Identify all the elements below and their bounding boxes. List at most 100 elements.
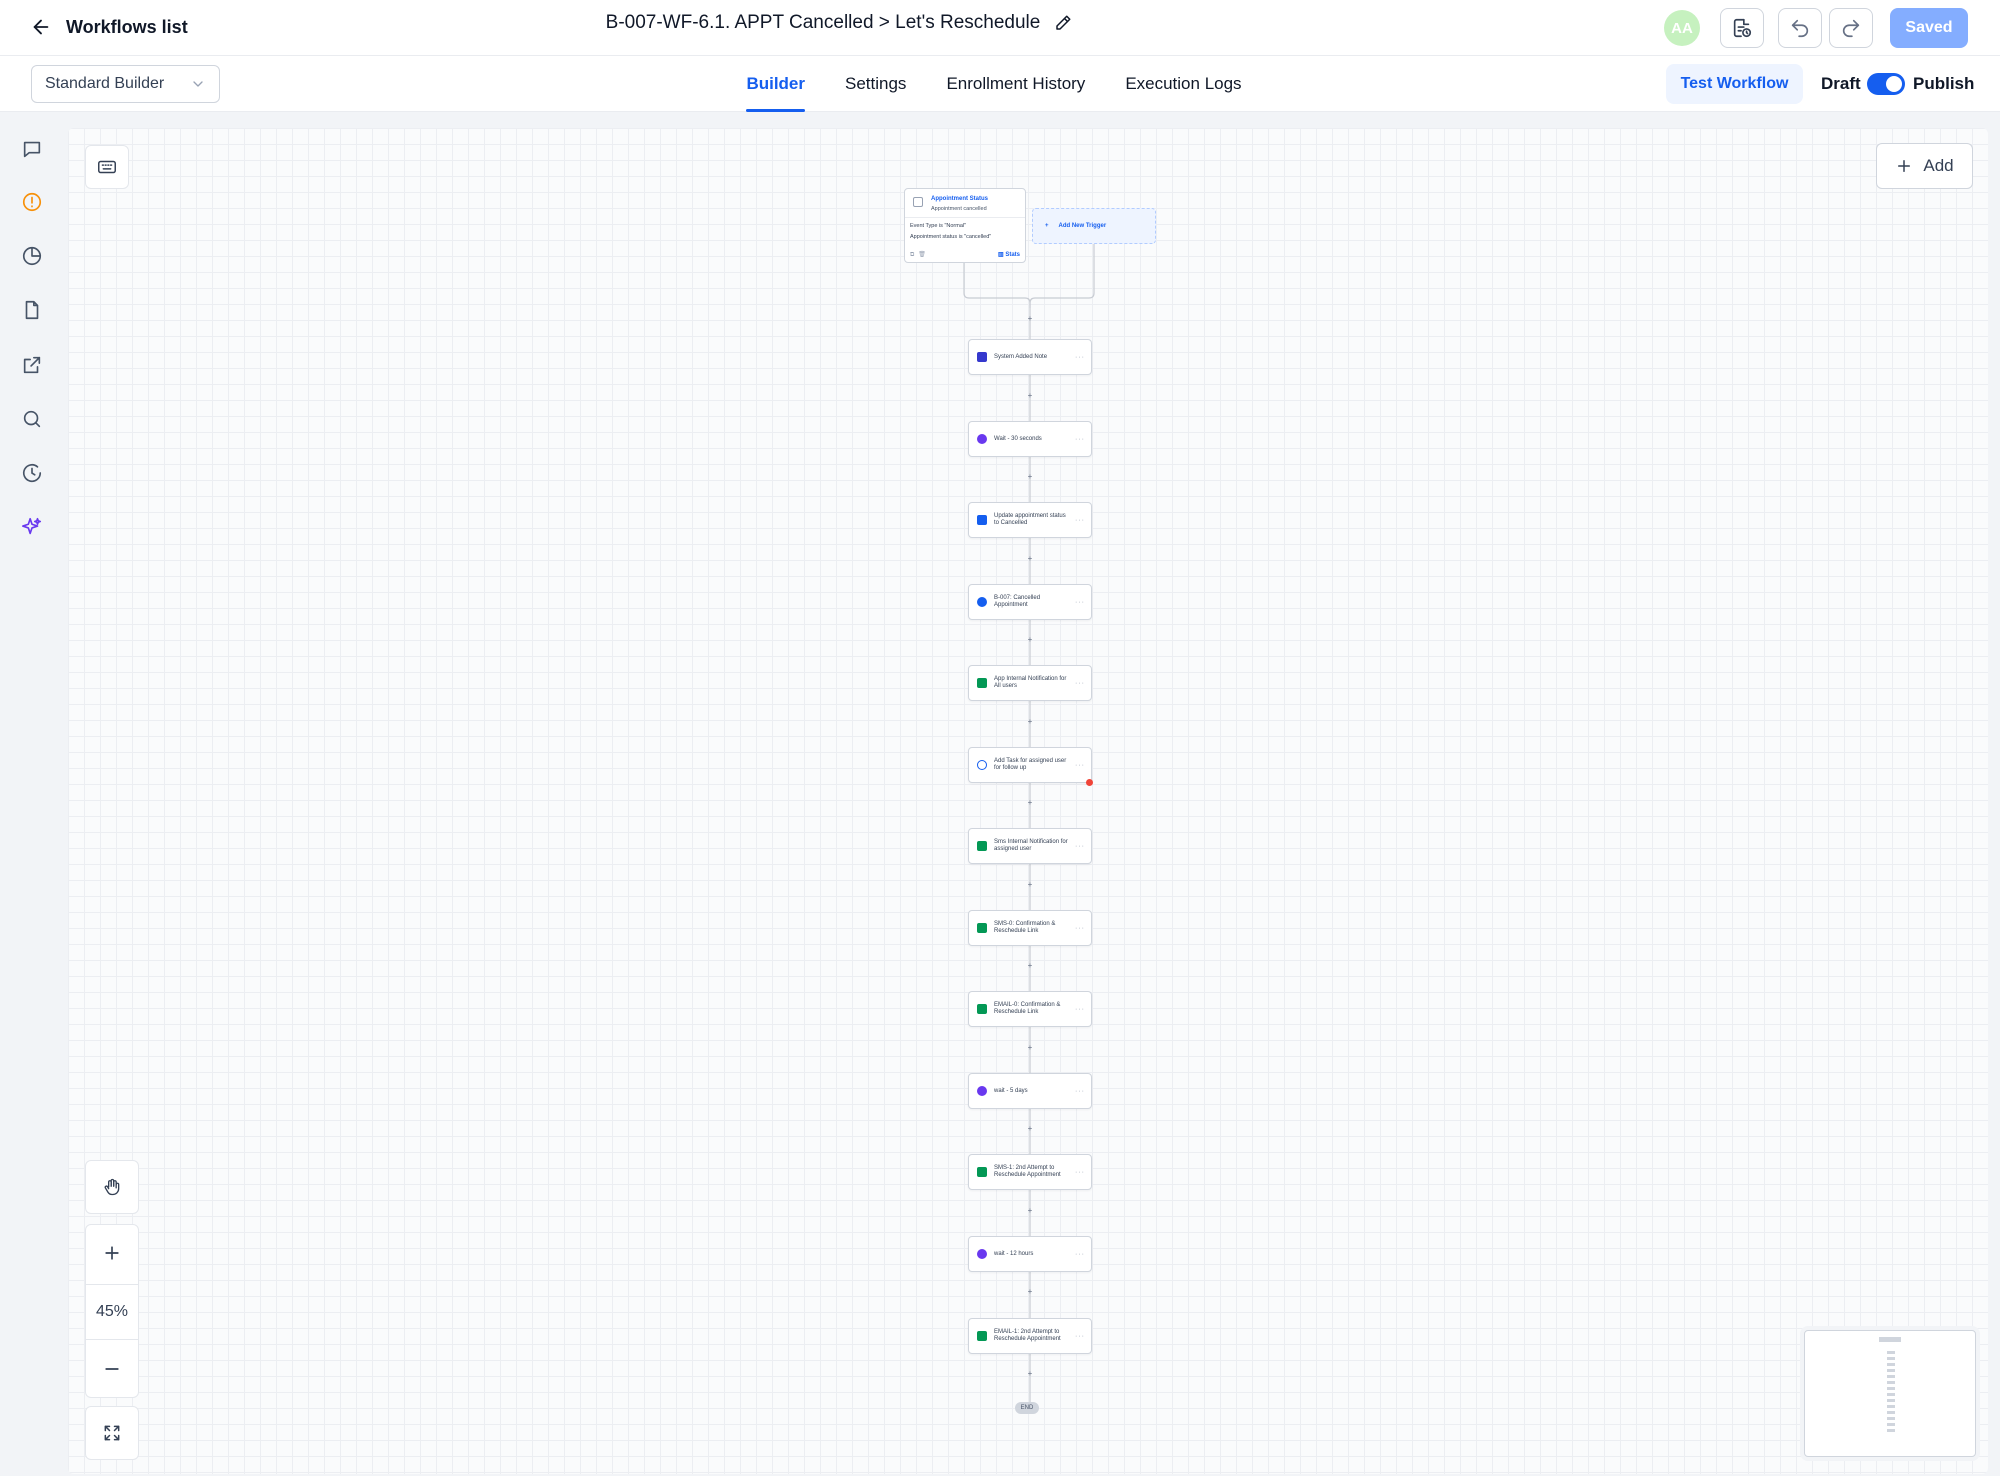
trigger-copy-delete-icons[interactable]: ⧉🗑: [910, 251, 930, 259]
add-step-icon[interactable]: +: [1026, 1288, 1034, 1296]
file-icon[interactable]: [19, 297, 45, 323]
clock-icon: [977, 1249, 987, 1259]
trigger-condition: Event Type is "Normal": [910, 223, 967, 229]
action-label: App Internal Notification for All users: [994, 676, 1067, 689]
tab-execution-logs[interactable]: Execution Logs: [1125, 56, 1241, 112]
email-icon: [977, 1331, 987, 1341]
add-step-icon[interactable]: +: [1026, 636, 1034, 644]
tab-settings[interactable]: Settings: [845, 56, 906, 112]
tab-builder[interactable]: Builder: [746, 56, 805, 112]
sms-icon: [977, 1167, 987, 1177]
add-step-icon[interactable]: +: [1026, 962, 1034, 970]
saved-button[interactable]: Saved: [1890, 8, 1968, 48]
test-workflow-button[interactable]: Test Workflow: [1666, 64, 1803, 104]
pencil-icon[interactable]: [1054, 14, 1072, 32]
redo-button[interactable]: [1829, 8, 1873, 48]
add-step-icon[interactable]: +: [1026, 473, 1034, 481]
search-icon[interactable]: [19, 406, 45, 432]
tab-enrollment-history[interactable]: Enrollment History: [946, 56, 1085, 112]
clock-history-icon[interactable]: [19, 460, 45, 486]
avatar[interactable]: AA: [1664, 10, 1700, 46]
action-node[interactable]: EMAIL-1: 2nd Attempt to Reschedule Appoi…: [968, 1318, 1092, 1354]
minimap-node: [1887, 1375, 1895, 1378]
pan-tool-button[interactable]: [85, 1160, 139, 1214]
builder-mode-select[interactable]: Standard Builder: [31, 65, 220, 103]
sparkle-icon[interactable]: [19, 514, 45, 540]
external-link-icon[interactable]: [19, 352, 45, 378]
add-step-icon[interactable]: +: [1026, 1044, 1034, 1052]
fit-view-button[interactable]: [85, 1406, 139, 1460]
zoom-in-button[interactable]: [86, 1225, 138, 1281]
minimap-node: [1887, 1405, 1895, 1408]
undo-button[interactable]: [1778, 8, 1822, 48]
add-step-icon[interactable]: +: [1026, 718, 1034, 726]
publish-toggle[interactable]: [1867, 73, 1905, 95]
minimap-node: [1887, 1411, 1895, 1414]
draft-label: Draft: [1821, 74, 1861, 93]
action-node[interactable]: Wait - 30 seconds ···: [968, 421, 1092, 457]
minimap-node: [1887, 1363, 1895, 1366]
more-icon[interactable]: ···: [1075, 1251, 1085, 1258]
add-step-icon[interactable]: +: [1026, 315, 1034, 323]
add-new-trigger-button[interactable]: + Add New Trigger: [1032, 208, 1156, 244]
more-icon[interactable]: ···: [1075, 1006, 1085, 1013]
chat-icon[interactable]: [19, 136, 45, 162]
add-step-icon[interactable]: +: [1026, 799, 1034, 807]
more-icon[interactable]: ···: [1075, 1333, 1085, 1340]
workflow-canvas[interactable]: Add Appointment Status Appointment cance…: [68, 128, 1988, 1474]
action-node[interactable]: Add Task for assigned user for follow up…: [968, 747, 1092, 783]
zoom-controls: 45%: [85, 1224, 139, 1398]
more-icon[interactable]: ···: [1075, 599, 1085, 606]
more-icon[interactable]: ···: [1075, 680, 1085, 687]
add-step-icon[interactable]: +: [1026, 392, 1034, 400]
more-icon[interactable]: ···: [1075, 1169, 1085, 1176]
action-node[interactable]: SMS-0: Confirmation & Reschedule Link ···: [968, 910, 1092, 946]
minimap[interactable]: [1804, 1330, 1976, 1457]
add-step-icon[interactable]: +: [1026, 1207, 1034, 1215]
redo-icon: [1842, 19, 1860, 38]
end-marker: END: [1015, 1402, 1039, 1414]
more-icon[interactable]: ···: [1075, 1088, 1085, 1095]
action-node[interactable]: wait - 5 days ···: [968, 1073, 1092, 1109]
plus-icon: +: [1045, 223, 1049, 229]
undo-icon: [1791, 19, 1809, 38]
action-label: wait - 5 days: [994, 1087, 1028, 1094]
bell-icon: [977, 678, 987, 688]
add-step-icon[interactable]: +: [1026, 1125, 1034, 1133]
workflow-title: B-007-WF-6.1. APPT Cancelled > Let's Res…: [0, 12, 1656, 34]
minimap-trigger: [1879, 1337, 1901, 1342]
zoom-out-button[interactable]: [86, 1341, 138, 1397]
action-node[interactable]: SMS-1: 2nd Attempt to Reschedule Appoint…: [968, 1154, 1092, 1190]
version-history-button[interactable]: [1720, 8, 1764, 48]
action-node[interactable]: Update appointment status to Cancelled ··…: [968, 502, 1092, 538]
trigger-card[interactable]: Appointment Status Appointment cancelled…: [904, 188, 1026, 263]
more-icon[interactable]: ···: [1075, 925, 1085, 932]
minimap-node: [1887, 1369, 1895, 1372]
trigger-subtitle: Appointment cancelled: [931, 206, 987, 212]
calendar-icon: [977, 515, 987, 525]
action-node[interactable]: EMAIL-0: Confirmation & Reschedule Link ·…: [968, 991, 1092, 1027]
action-node[interactable]: wait - 12 hours ···: [968, 1236, 1092, 1272]
trigger-stats-link[interactable]: ▥ Stats: [998, 251, 1020, 258]
action-node[interactable]: Sms Internal Notification for assigned u…: [968, 828, 1092, 864]
action-node[interactable]: App Internal Notification for All users ·…: [968, 665, 1092, 701]
more-icon[interactable]: ···: [1075, 762, 1085, 769]
add-step-icon[interactable]: +: [1026, 881, 1034, 889]
pie-chart-icon[interactable]: [19, 243, 45, 269]
top-bar: Workflows list B-007-WF-6.1. APPT Cancel…: [0, 0, 2000, 56]
builder-mode-value: Standard Builder: [45, 75, 165, 92]
minimap-node: [1887, 1429, 1895, 1432]
minimap-node: [1887, 1399, 1895, 1402]
more-icon[interactable]: ···: [1075, 436, 1085, 443]
alert-circle-icon[interactable]: [19, 189, 45, 215]
action-node[interactable]: B-007: Cancelled Appointment ···: [968, 584, 1092, 620]
more-icon[interactable]: ···: [1075, 354, 1085, 361]
add-step-icon[interactable]: +: [1026, 555, 1034, 563]
more-icon[interactable]: ···: [1075, 517, 1085, 524]
more-icon[interactable]: ···: [1075, 843, 1085, 850]
add-step-icon[interactable]: +: [1026, 1370, 1034, 1378]
hand-icon: [104, 1178, 120, 1196]
sms-icon: [977, 923, 987, 933]
clock-icon: [977, 1086, 987, 1096]
action-node[interactable]: System Added Note ···: [968, 339, 1092, 375]
